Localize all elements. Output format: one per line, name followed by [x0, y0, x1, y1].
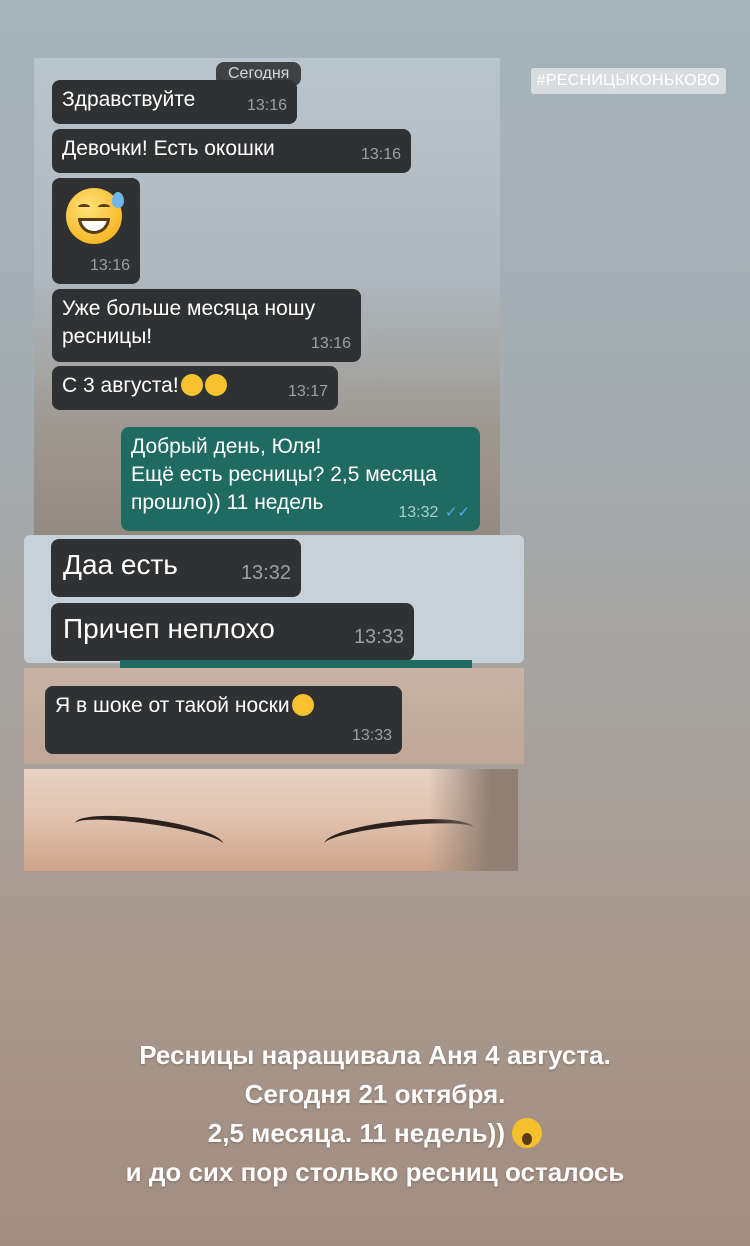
eyelashes-photo	[24, 769, 518, 871]
message-text: Здравствуйте	[62, 88, 196, 111]
grinning-sweat-emoji-icon	[66, 188, 124, 244]
heart-eyes-emoji-icon	[291, 694, 314, 716]
chat-screenshot-2: Даа есть 13:32 Причеп неплохо 13:33	[24, 535, 524, 663]
story-caption: Ресницы наращивала Аня 4 августа. Сегодн…	[0, 1036, 750, 1192]
caption-line: 2,5 месяца. 11 недель))	[0, 1114, 750, 1153]
message-time-value: 13:32	[398, 504, 439, 521]
eyelash-left	[72, 808, 226, 860]
message-text: Девочки! Есть окошки	[62, 137, 275, 160]
message-time: 13:32 ✓✓	[398, 499, 470, 527]
message-time: 13:16	[360, 146, 401, 163]
message-bubble: Я в шоке от такой носки 13:33	[45, 686, 402, 754]
message-bubble: С 3 августа! 13:17	[52, 366, 338, 410]
message-text-line: ресницы!	[62, 325, 153, 348]
tears-of-joy-emoji-icon	[204, 374, 227, 396]
read-ticks-icon: ✓✓	[444, 504, 470, 521]
hair-shadow	[428, 769, 518, 871]
chat-screenshot-3: Я в шоке от такой носки 13:33	[24, 668, 524, 764]
message-bubble-emoji: 13:16	[52, 178, 140, 284]
message-text: Я в шоке от такой носки	[55, 694, 290, 717]
message-time: 13:33	[351, 727, 392, 744]
message-bubble: Здравствуйте 13:16	[52, 80, 297, 124]
message-bubble: Уже больше месяца ношу ресницы! 13:16	[52, 289, 361, 362]
chat-screenshot-1: Сегодня Здравствуйте 13:16 Девочки! Есть…	[34, 58, 500, 536]
message-time: 13:17	[287, 383, 328, 400]
message-time: 13:16	[89, 257, 130, 274]
screaming-emoji-icon	[512, 1118, 543, 1148]
message-text: Даа есть	[63, 549, 178, 580]
message-text-line: Ещё есть ресницы? 2,5 месяца	[131, 463, 437, 486]
message-time: 13:32	[240, 562, 291, 584]
message-text: Причеп неплохо	[63, 613, 275, 644]
message-bubble: Даа есть 13:32	[51, 539, 301, 597]
message-bubble: Девочки! Есть окошки 13:16	[52, 129, 411, 173]
caption-line-text: 2,5 месяца. 11 недель))	[207, 1118, 505, 1148]
hashtag-sticker[interactable]: #РЕСНИЦЫКОНЬКОВО	[530, 68, 726, 94]
message-text-line: Добрый день, Юля!	[131, 435, 322, 458]
message-time: 13:16	[310, 335, 351, 352]
message-bubble: Причеп неплохо 13:33	[51, 603, 414, 661]
caption-line: Сегодня 21 октября.	[244, 1079, 506, 1109]
message-text-line: Уже больше месяца ношу	[62, 297, 316, 320]
caption-line: Ресницы наращивала Аня 4 августа.	[139, 1040, 611, 1070]
message-text: С 3 августа!	[62, 374, 179, 397]
outgoing-bubble-edge	[120, 660, 472, 668]
message-time: 13:16	[246, 97, 287, 114]
caption-line: и до сих пор столько ресниц осталось	[125, 1157, 625, 1187]
message-time: 13:33	[353, 626, 404, 648]
outgoing-message-bubble: Добрый день, Юля! Ещё есть ресницы? 2,5 …	[121, 427, 480, 531]
grinning-sweat-emoji-icon	[180, 374, 203, 396]
